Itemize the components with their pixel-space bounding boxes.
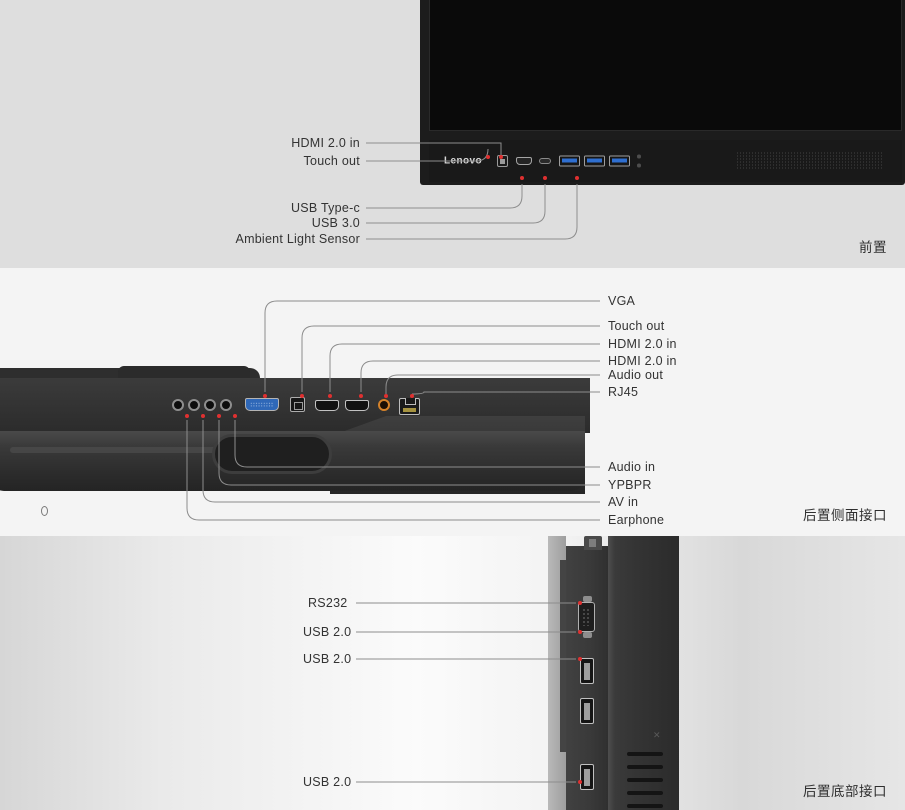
usb-3-0-port-2[interactable] (584, 155, 605, 167)
label-rear-hdmi-2: HDMI 2.0 in (608, 353, 677, 368)
db9-screw-bottom-icon (583, 632, 592, 638)
display-front-view: Lenovo (420, 0, 905, 185)
label-rear-touch-out: Touch out (608, 318, 665, 333)
hdmi-in-port[interactable] (516, 157, 532, 165)
bottom-leader-lines (356, 601, 582, 784)
bottom-edge-strip (608, 536, 615, 810)
rear-screw-hole (41, 506, 48, 516)
label-rear-ypbpr: YPBPR (608, 477, 652, 492)
touch-out-usb-b[interactable] (290, 397, 305, 412)
display-screen (429, 0, 902, 131)
touch-out-port[interactable] (497, 155, 508, 167)
db9-screw-top-icon (583, 596, 592, 602)
ypbpr-jack[interactable] (204, 399, 216, 411)
label-front-hdmi-in: HDMI 2.0 in (291, 135, 360, 150)
audio-out-jack[interactable] (378, 399, 390, 411)
label-rear-vga: VGA (608, 293, 636, 308)
section-front: Lenovo HDMI 2.0 in Touch out USB Type-c … (0, 0, 905, 268)
label-front-usb-3: USB 3.0 (311, 215, 360, 230)
display-bezel: Lenovo (429, 140, 902, 182)
usb-2-0-port-1[interactable] (580, 658, 594, 684)
ambient-light-sensor (637, 154, 641, 168)
label-rear-rj45: RJ45 (608, 384, 639, 399)
usb-2-0-port-3[interactable] (580, 764, 594, 790)
hdmi-in-port-2[interactable] (345, 400, 369, 411)
rear-handle (212, 434, 332, 474)
earphone-jack[interactable] (172, 399, 184, 411)
usb-2-0-port-2[interactable] (580, 698, 594, 724)
caption-rear-side: 后置侧面接口 (803, 508, 887, 523)
rj45-port[interactable] (399, 398, 420, 415)
hdmi-in-port-1[interactable] (315, 400, 339, 411)
rs232-port[interactable] (578, 596, 595, 638)
label-bottom-usb-3: USB 2.0 (303, 774, 352, 789)
label-rear-av-in: AV in (608, 494, 639, 509)
lenovo-logo: Lenovo (444, 155, 482, 167)
label-bottom-usb-2: USB 2.0 (303, 651, 352, 666)
section-rear-bottom: ✕ RS232 USB 2.0 USB 2.0 USB 2.0 后置底部接口 (0, 536, 905, 810)
label-rear-audio-in: Audio in (608, 459, 656, 474)
label-bottom-rs232: RS232 (308, 595, 348, 610)
usb-3-0-port-1[interactable] (559, 155, 580, 167)
label-rear-earphone: Earphone (608, 512, 665, 527)
label-bottom-usb-1: USB 2.0 (303, 624, 352, 639)
usb-3-0-port-3[interactable] (609, 155, 630, 167)
bottom-marking-icon: ✕ (653, 730, 661, 740)
section-rear-side: VGA Touch out HDMI 2.0 in HDMI 2.0 in Au… (0, 268, 905, 536)
caption-rear-bottom: 后置底部接口 (803, 784, 887, 799)
label-rear-audio-out: Audio out (608, 367, 664, 382)
av-in-jack[interactable] (188, 399, 200, 411)
speaker-grille-icon (736, 151, 884, 171)
label-front-touch-out: Touch out (303, 153, 360, 168)
caption-front: 前置 (859, 240, 887, 255)
bottom-top-connector (584, 536, 602, 550)
port-diagram-page: Lenovo HDMI 2.0 in Touch out USB Type-c … (0, 0, 905, 810)
audio-in-jack[interactable] (220, 399, 232, 411)
label-front-usb-c: USB Type-c (291, 200, 360, 215)
label-front-als: Ambient Light Sensor (235, 231, 360, 246)
ventilation-slots (627, 752, 663, 810)
label-rear-hdmi-1: HDMI 2.0 in (608, 336, 677, 351)
vga-port[interactable] (245, 398, 279, 411)
usb-type-c-port[interactable] (539, 158, 551, 164)
bottom-port-face (566, 546, 608, 810)
